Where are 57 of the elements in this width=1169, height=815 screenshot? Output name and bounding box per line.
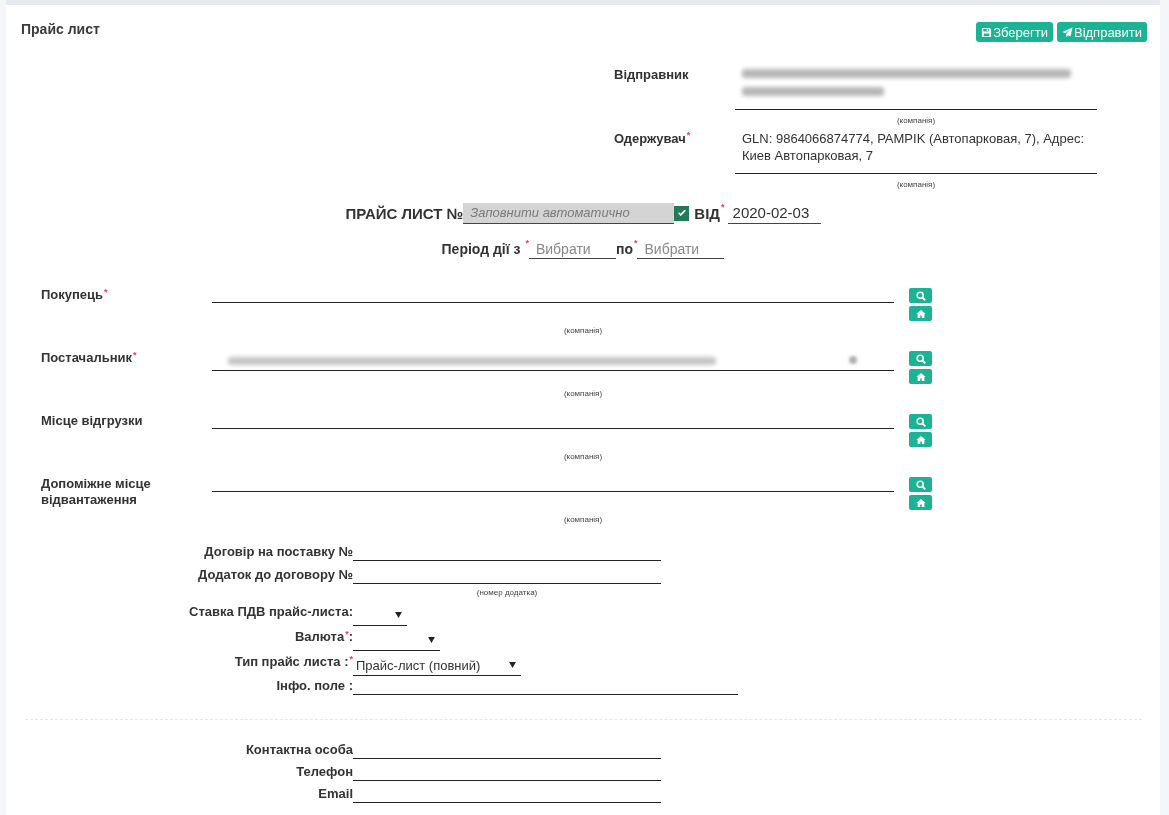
home-button[interactable]	[909, 432, 932, 447]
checkmark-icon	[677, 210, 686, 216]
search-icon	[915, 416, 926, 427]
dropdown[interactable]: Прайс-лист (повний)	[353, 655, 521, 676]
field-label: Місце відгрузки	[41, 413, 144, 429]
field-label: по$^{*}$	[615, 241, 638, 257]
field-label: Одержувач$^{*}$	[614, 130, 692, 147]
field-label: Відправник	[614, 66, 690, 83]
home-button[interactable]	[909, 306, 932, 321]
search-icon	[915, 290, 926, 301]
field-hint: (компанія)	[563, 326, 603, 335]
date-input-field[interactable]: Вибрати	[637, 239, 725, 259]
page-title: Прайс лист	[21, 22, 100, 36]
field-hint: (компанія)	[896, 116, 936, 125]
date-input-field[interactable]: 2020-02-03	[727, 202, 821, 224]
caret-icon	[428, 637, 435, 643]
field-label: Ставка ПДВ прайс-листа:	[188, 603, 353, 620]
number-input-field[interactable]: Заповнити автоматично	[463, 202, 675, 224]
field-hint: (номер додатка)	[476, 588, 538, 597]
field-label: Email	[317, 786, 353, 802]
field-label: Телефон	[295, 764, 353, 780]
house-icon	[915, 434, 926, 445]
search-button[interactable]	[909, 288, 932, 303]
date-label: ВІД$^{*}$	[694, 204, 725, 222]
company-field[interactable]: GLN: 9864066874774, PAMPIK (Автопарковая, 7), Адрес: Киев Автопарковая, 7	[735, 130, 1097, 174]
field-label: Валюта$^{*}$:	[293, 628, 353, 645]
field-label: Контактна особа	[244, 742, 353, 758]
company-field[interactable]	[735, 66, 1097, 110]
field-hint: (компанія)	[896, 180, 936, 189]
caret-icon	[395, 612, 402, 618]
field-label: Постачальник$^{*}$	[41, 350, 138, 366]
field-label: Покупець$^{*}$	[41, 287, 109, 303]
search-button[interactable]	[909, 414, 932, 429]
field-hint: (компанія)	[563, 452, 603, 461]
field-label: Інфо. поле :	[275, 677, 353, 694]
field-label: Додаток до договору №	[197, 566, 353, 583]
auto-number-checkbox[interactable]	[674, 205, 690, 221]
search-icon	[915, 353, 926, 364]
paper-plane-icon	[1061, 26, 1073, 38]
home-button[interactable]	[909, 495, 932, 510]
search-button[interactable]	[909, 477, 932, 492]
house-icon	[915, 308, 926, 319]
home-button[interactable]	[909, 369, 932, 384]
caret-icon	[509, 662, 516, 668]
search-icon	[915, 479, 926, 490]
blurred-dot-icon	[849, 356, 857, 364]
date-input-field[interactable]: Вибрати	[528, 239, 616, 259]
house-icon	[915, 497, 926, 508]
field-hint: (компанія)	[563, 515, 603, 524]
field-hint: (компанія)	[563, 389, 603, 398]
field-label: Тип прайс листа :$^{*}$	[233, 653, 353, 670]
field-label: Допоміжне місце відвантаження	[41, 476, 152, 508]
search-button[interactable]	[909, 351, 932, 366]
house-icon	[915, 371, 926, 382]
field-label: Період дії з $^{*}$	[441, 241, 529, 257]
field-label: Договір на поставку №	[203, 543, 353, 560]
document-number-label: ПРАЙС ЛИСТ №	[345, 204, 464, 222]
